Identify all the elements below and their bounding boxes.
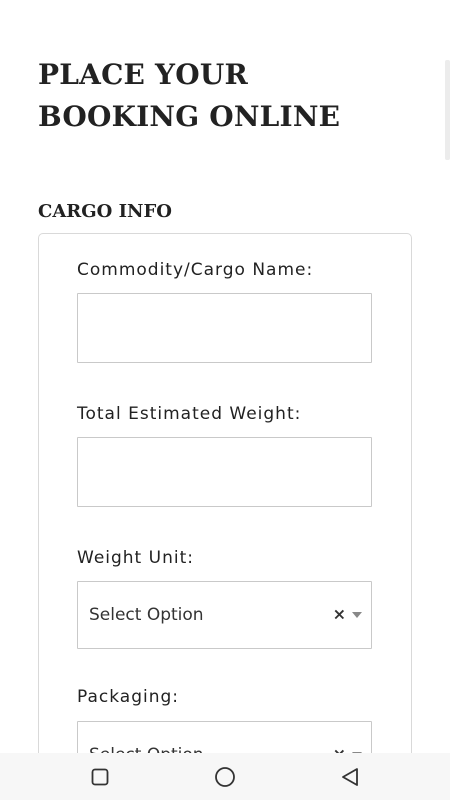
- weight-unit-label: Weight Unit:: [77, 548, 194, 568]
- weight-unit-selected-value: Select Option: [89, 605, 204, 625]
- total-estimated-weight-input[interactable]: [77, 437, 372, 507]
- system-navigation-bar: [0, 753, 450, 800]
- commodity-cargo-name-label: Commodity/Cargo Name:: [77, 260, 314, 280]
- home-icon[interactable]: [212, 764, 238, 790]
- scrollbar-thumb[interactable]: [445, 60, 450, 160]
- packaging-label: Packaging:: [77, 687, 180, 707]
- recent-apps-icon[interactable]: [87, 764, 113, 790]
- section-title-cargo-info: CARGO INFO: [38, 201, 172, 222]
- weight-unit-clear-icon[interactable]: ×: [333, 606, 346, 623]
- weight-unit-dropdown-arrow-icon[interactable]: [352, 612, 362, 618]
- total-estimated-weight-label: Total Estimated Weight:: [77, 404, 302, 424]
- cargo-info-card: Commodity/Cargo Name: Total Estimated We…: [38, 233, 412, 753]
- packaging-selected-value: Select Option: [89, 745, 204, 753]
- page-title: PLACE YOUR BOOKING ONLINE: [38, 58, 341, 133]
- packaging-select[interactable]: Select Option ×: [77, 721, 372, 753]
- commodity-cargo-name-input[interactable]: [77, 293, 372, 363]
- back-icon[interactable]: [337, 764, 363, 790]
- booking-page: PLACE YOUR BOOKING ONLINE CARGO INFO Com…: [0, 0, 450, 753]
- weight-unit-select[interactable]: Select Option ×: [77, 581, 372, 649]
